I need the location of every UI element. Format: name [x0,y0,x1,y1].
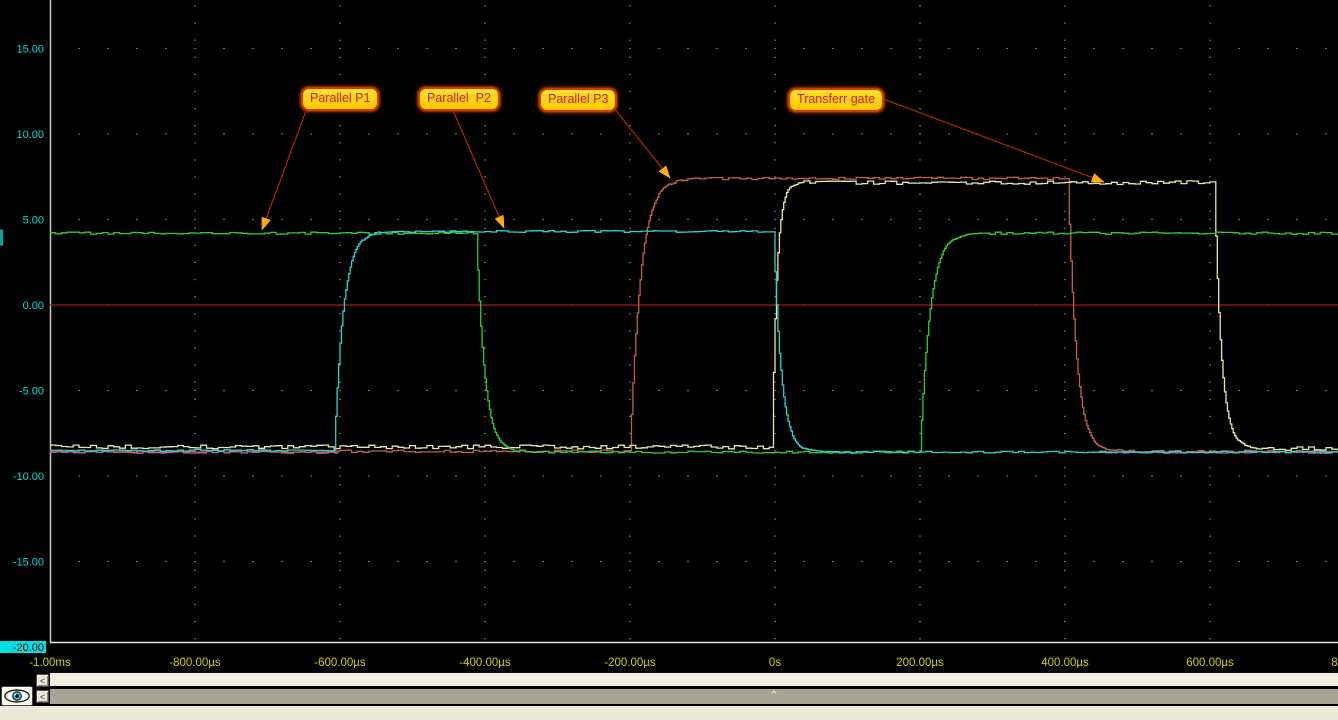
h-scrollbar-bottom-row: < ^ [0,689,1338,706]
left-edge-channel-marker [0,230,3,246]
oscilloscope-window: 15.00 10.00 5.00 0.00 -5.00 -10.00 -15.00 -20.0… [0,0,1338,720]
h-scrollbar-top-row: < [0,668,1338,689]
scrollbar-track-bottom[interactable]: ^ [50,689,1338,704]
bottom-strip [0,706,1338,720]
callout-parallel-p2[interactable]: Parallel P2 [418,87,500,111]
trace-transferr-gate [50,181,1338,451]
y-axis-label: -10.00 [13,471,44,483]
grid-dots [78,5,1326,639]
callout-arrow-head [1091,174,1104,182]
trace-parallel-p2 [50,231,1338,453]
callout-arrow-line [452,108,504,228]
callout-parallel-p1[interactable]: Parallel P1 [301,87,379,111]
scroll-left-button-top[interactable]: < [36,674,49,687]
y-axis-label: 10.00 [16,129,44,141]
callout-arrow-line [881,98,1104,182]
scroll-left-button-bottom[interactable]: < [36,690,49,703]
callout-parallel-p3[interactable]: Parallel P3 [539,88,617,112]
callout-arrow-line [613,107,670,178]
callout-arrow-head [659,166,670,178]
eye-icon [2,687,32,705]
callout-arrow-line [262,108,307,230]
y-axis-label: 5.00 [23,215,44,227]
trace-parallel-p1 [50,232,1338,453]
y-axis-label: 0.00 [23,300,44,312]
callout-arrow-head [495,215,504,228]
callout-arrow-head [262,217,270,230]
visibility-eye-button[interactable] [1,686,33,706]
y-axis-label: -15.00 [13,557,44,569]
scrollbar-track-top[interactable] [50,672,1338,686]
callout-transferr-gate[interactable]: Transferr gate [788,88,884,112]
trace-parallel-p3 [50,177,1338,452]
y-axis-label: -5.00 [19,386,44,398]
y-axis-label: 15.00 [16,44,44,56]
y-axis-label: -20.00 [13,642,44,654]
waveform-plot: 15.00 10.00 5.00 0.00 -5.00 -10.00 -15.00 -20.0… [0,0,1338,672]
trigger-position-marker[interactable]: ^ [771,689,777,702]
